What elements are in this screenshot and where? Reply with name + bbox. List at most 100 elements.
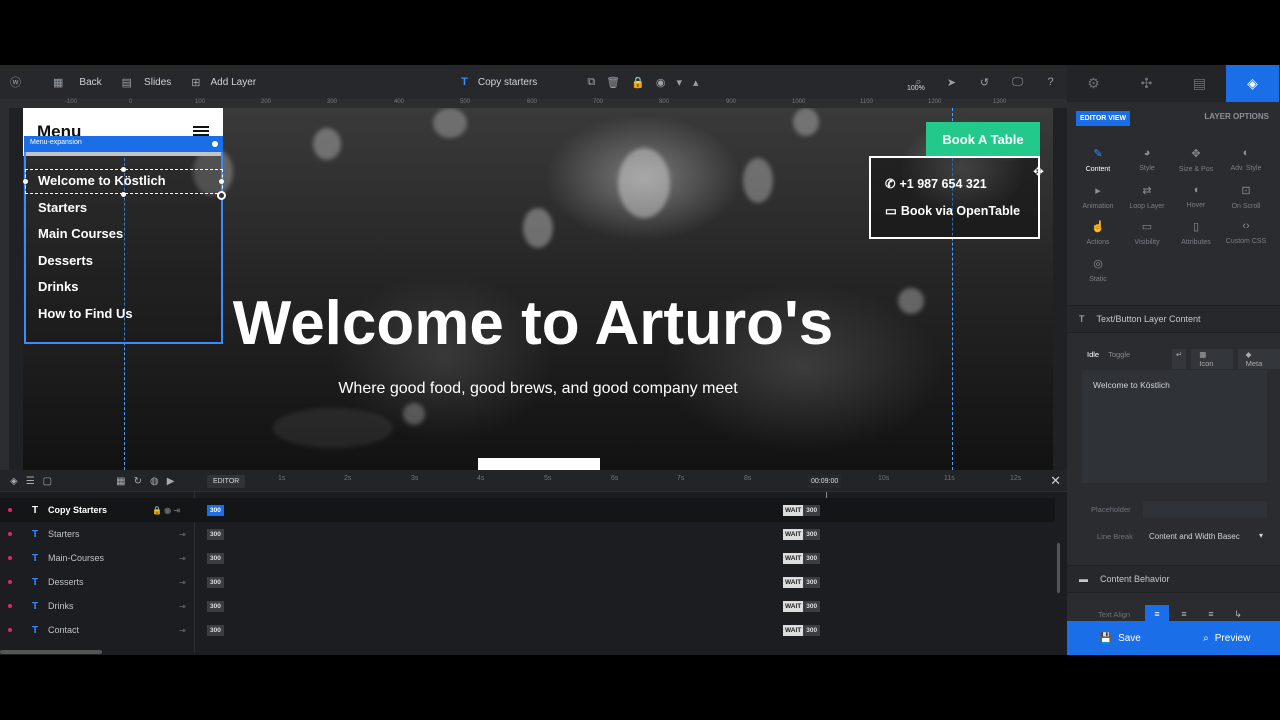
- option-content[interactable]: ✎ Content: [1073, 147, 1123, 173]
- meta-button[interactable]: ◆ Meta: [1237, 349, 1280, 369]
- layer-start-duration[interactable]: 300: [207, 552, 224, 564]
- layer-controls[interactable]: ⇥: [179, 554, 186, 563]
- option-visibility[interactable]: ▭ Visibility: [1122, 220, 1172, 246]
- cursor-icon[interactable]: ➤: [935, 76, 968, 89]
- layer-wait[interactable]: WAIT 300: [783, 576, 821, 588]
- timeline-editor-tab[interactable]: EDITOR: [207, 475, 246, 488]
- chevron-up-icon[interactable]: ▴: [693, 76, 699, 89]
- option-size-pos[interactable]: ✥ Size & Pos: [1171, 147, 1221, 173]
- option-static[interactable]: ◎ Static: [1073, 257, 1123, 283]
- layer-controls[interactable]: ⇥: [179, 602, 186, 611]
- timeline-row[interactable]: T Copy Starters 🔒 ◉ ⇥ 300 WAIT 300: [0, 498, 1055, 522]
- folder-icon[interactable]: ▢: [43, 476, 52, 487]
- opentable-line[interactable]: ▭ Book via OpenTable: [885, 203, 1020, 219]
- option-style[interactable]: ◕ Style: [1122, 147, 1172, 172]
- undo-icon[interactable]: ↺: [968, 76, 1001, 89]
- menu-item[interactable]: How to Find Us: [38, 306, 133, 321]
- menu-item[interactable]: Welcome to Köstlich: [38, 173, 166, 188]
- resize-handle[interactable]: [219, 179, 224, 184]
- save-button[interactable]: 💾 Save: [1067, 621, 1174, 655]
- layers-icon[interactable]: ◈: [10, 476, 18, 487]
- book-table-button[interactable]: Book A Table: [926, 122, 1040, 156]
- menu-expansion-tag[interactable]: Menu-expansion: [24, 136, 223, 152]
- globe-icon[interactable]: ◍: [150, 476, 159, 487]
- resize-handle[interactable]: [121, 192, 126, 197]
- resize-handle[interactable]: [23, 179, 28, 184]
- timeline-row[interactable]: T Desserts ⇥ 300 WAIT 300: [0, 570, 1055, 594]
- layers-tab-icon[interactable]: ◈: [1226, 65, 1279, 102]
- layer-controls[interactable]: ⇥: [179, 626, 186, 635]
- layer-text-input[interactable]: Welcome to Köstlich: [1082, 370, 1267, 483]
- layer-start-duration[interactable]: 300: [207, 576, 224, 588]
- timeline-horizontal-scrollbar[interactable]: [0, 650, 102, 654]
- option-hover[interactable]: ◖ Hover: [1171, 184, 1221, 209]
- idle-tab[interactable]: Idle: [1087, 350, 1099, 359]
- layer-start-duration[interactable]: 300: [207, 600, 224, 612]
- settings-tab-icon[interactable]: ⚙: [1067, 65, 1120, 102]
- hamburger-icon[interactable]: [193, 126, 209, 128]
- section-content-behavior[interactable]: ▬ Content Behavior: [1067, 565, 1280, 593]
- option-custom-css[interactable]: ‹› Custom CSS: [1221, 220, 1271, 245]
- section-text-content[interactable]: T Text/Button Layer Content: [1067, 305, 1280, 333]
- navigation-tab-icon[interactable]: ✣: [1120, 65, 1173, 102]
- desktop-icon[interactable]: 🖵: [1001, 76, 1034, 89]
- layer-wait[interactable]: WAIT 300: [783, 600, 821, 612]
- play-icon[interactable]: ▶: [167, 476, 175, 487]
- layer-start-duration[interactable]: 300: [207, 624, 224, 636]
- layer-wait[interactable]: WAIT 300: [783, 528, 821, 540]
- option-adv-style[interactable]: ◐ Adv. Style: [1221, 147, 1271, 172]
- menu-item[interactable]: Starters: [38, 200, 87, 215]
- slides-button[interactable]: ▤ Slides: [112, 65, 182, 99]
- editor-view-badge[interactable]: EDITOR VIEW: [1076, 111, 1131, 126]
- linebreak-icon[interactable]: ↵: [1172, 349, 1187, 369]
- lock-icon[interactable]: 🔒: [631, 76, 645, 89]
- option-animation[interactable]: ▸ Animation: [1073, 184, 1123, 210]
- timeline-row[interactable]: T Starters ⇥ 300 WAIT 300: [0, 522, 1055, 546]
- timeline-row[interactable]: T Main-Courses ⇥ 300 WAIT 300: [0, 546, 1055, 570]
- layer-controls[interactable]: 🔒 ◉ ⇥: [152, 506, 180, 515]
- current-layer-name[interactable]: T Copy starters: [451, 65, 547, 99]
- resize-handle[interactable]: [121, 167, 126, 172]
- placeholder-input[interactable]: [1143, 501, 1267, 518]
- option-attributes[interactable]: ▯ Attributes: [1171, 220, 1221, 246]
- refresh-icon[interactable]: ↻: [134, 476, 142, 487]
- slide-tab-icon[interactable]: ▤: [1173, 65, 1226, 102]
- rotate-handle[interactable]: [217, 191, 226, 200]
- option-loop-layer[interactable]: ⇄ Loop Layer: [1122, 184, 1172, 210]
- option-on-scroll[interactable]: ⊡ On Scroll: [1221, 184, 1271, 210]
- layer-start-duration[interactable]: 300: [207, 504, 224, 516]
- layer-controls[interactable]: ⇥: [179, 530, 186, 539]
- contact-box[interactable]: ✆ +1 987 654 321 ▭ Book via OpenTable: [869, 156, 1040, 239]
- chevron-down-icon[interactable]: ▾: [676, 76, 682, 89]
- timeline-row[interactable]: T Drinks ⇥ 300 WAIT 300: [0, 594, 1055, 618]
- grid-view-icon[interactable]: ▦: [116, 476, 125, 487]
- toggle-tab[interactable]: Toggle: [1108, 350, 1130, 359]
- layer-wait[interactable]: WAIT 300: [783, 624, 821, 636]
- line-break-select[interactable]: Content and Width Basec ▾: [1143, 528, 1267, 545]
- layer-wait[interactable]: WAIT 300: [783, 552, 821, 564]
- back-button[interactable]: ▦ Back: [43, 65, 112, 99]
- phone-line[interactable]: ✆ +1 987 654 321: [885, 176, 987, 192]
- layer-controls[interactable]: ⇥: [179, 578, 186, 587]
- menu-item[interactable]: Drinks: [38, 279, 78, 294]
- delete-icon[interactable]: 🗑: [606, 76, 620, 89]
- preview-button[interactable]: ⌕ Preview: [1174, 621, 1280, 655]
- close-icon[interactable]: ✕: [1050, 473, 1061, 489]
- layer-wait[interactable]: WAIT 300: [783, 504, 821, 516]
- duplicate-icon[interactable]: ⧉: [587, 76, 595, 89]
- timeline-current-time[interactable]: 00:09:00: [808, 475, 842, 488]
- add-layer-button[interactable]: ⊞ Add Layer: [181, 65, 266, 99]
- hero-subtitle[interactable]: Where good food, good brews, and good co…: [23, 380, 1053, 398]
- timeline-vertical-scrollbar[interactable]: [1057, 543, 1060, 593]
- wordpress-button[interactable]: ⓦ: [0, 65, 31, 99]
- hero-cta-bar[interactable]: [478, 458, 600, 470]
- list-icon[interactable]: ☰: [26, 476, 35, 487]
- timeline-row[interactable]: T Contact ⇥ 300 WAIT 300: [0, 618, 1055, 642]
- layer-start-duration[interactable]: 300: [207, 528, 224, 540]
- icon-button[interactable]: ▦ Icon: [1191, 349, 1233, 369]
- slide-canvas[interactable]: Welcome to Arturo's Where good food, goo…: [23, 108, 1053, 470]
- option-actions[interactable]: ☝ Actions: [1073, 220, 1123, 246]
- help-icon[interactable]: ?: [1034, 76, 1067, 88]
- menu-item[interactable]: Desserts: [38, 253, 93, 268]
- visibility-icon[interactable]: ◉: [656, 76, 666, 89]
